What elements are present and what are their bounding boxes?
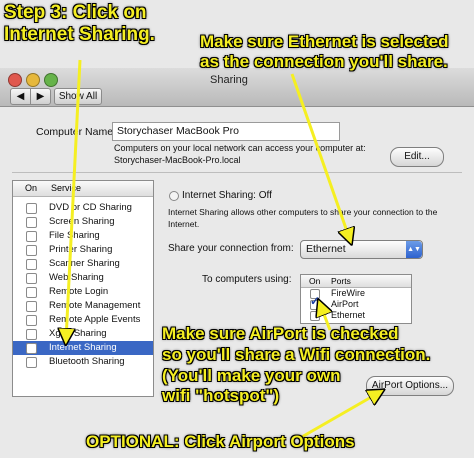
arrow-to-ethernet [290,73,350,240]
airport-annotation-3: (You'll make your own [162,366,341,385]
airport-annotation-4: wifi "hotspot") [162,386,280,405]
airport-annotation-2: so you'll share a Wifi connection. [162,345,431,364]
step3-annotation: Step 3: Click on [4,2,147,23]
ethernet-annotation: Make sure Ethernet is selected [200,32,449,51]
step3-annotation-2: Internet Sharing. [4,24,155,45]
airport-annotation: Make sure AirPort is checked [162,324,399,343]
ethernet-annotation-2: as the connection you'll share. [200,52,448,71]
optional-annotation: OPTIONAL: Click Airport Options [86,432,355,451]
arrow-to-internet-sharing [66,59,82,340]
